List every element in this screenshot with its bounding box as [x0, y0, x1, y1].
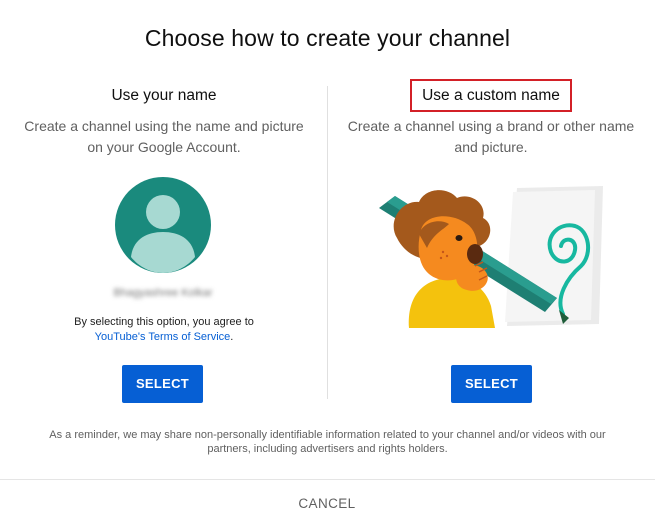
- account-name: Bhagyashree Kolkar: [113, 287, 213, 299]
- option-description-custom-name: Create a channel using a brand or other …: [347, 118, 635, 155]
- terms-suffix: .: [230, 331, 234, 343]
- cancel-button[interactable]: CANCEL: [287, 488, 367, 518]
- select-your-name-button[interactable]: SELECT: [122, 365, 203, 403]
- terms-prefix: By selecting this option, you agree to: [74, 316, 254, 328]
- footer-divider: [0, 479, 655, 480]
- option-title-your-name: Use your name: [111, 87, 217, 104]
- dialog-title: Choose how to create your channel: [144, 25, 511, 51]
- use-your-name-option: Use your name Create a channel using the…: [0, 85, 328, 403]
- use-custom-name-option: Use a custom name Create a channel using…: [327, 79, 655, 403]
- default-profile-icon: [115, 177, 211, 273]
- create-channel-dialog: Choose how to create your channel Use yo…: [0, 0, 655, 529]
- custom-channel-illustration: [379, 186, 603, 328]
- select-custom-name-button[interactable]: SELECT: [451, 365, 532, 403]
- sharing-reminder: As a reminder, we may share non-personal…: [49, 429, 606, 455]
- terms-notice: By selecting this option, you agree to Y…: [0, 315, 328, 345]
- option-description-your-name: Create a channel using the name and pict…: [24, 118, 304, 155]
- option-title-custom-name: Use a custom name: [410, 79, 572, 112]
- option-title-wrapper: Use a custom name: [327, 79, 655, 112]
- terms-of-service-link[interactable]: YouTube's Terms of Service: [95, 331, 231, 343]
